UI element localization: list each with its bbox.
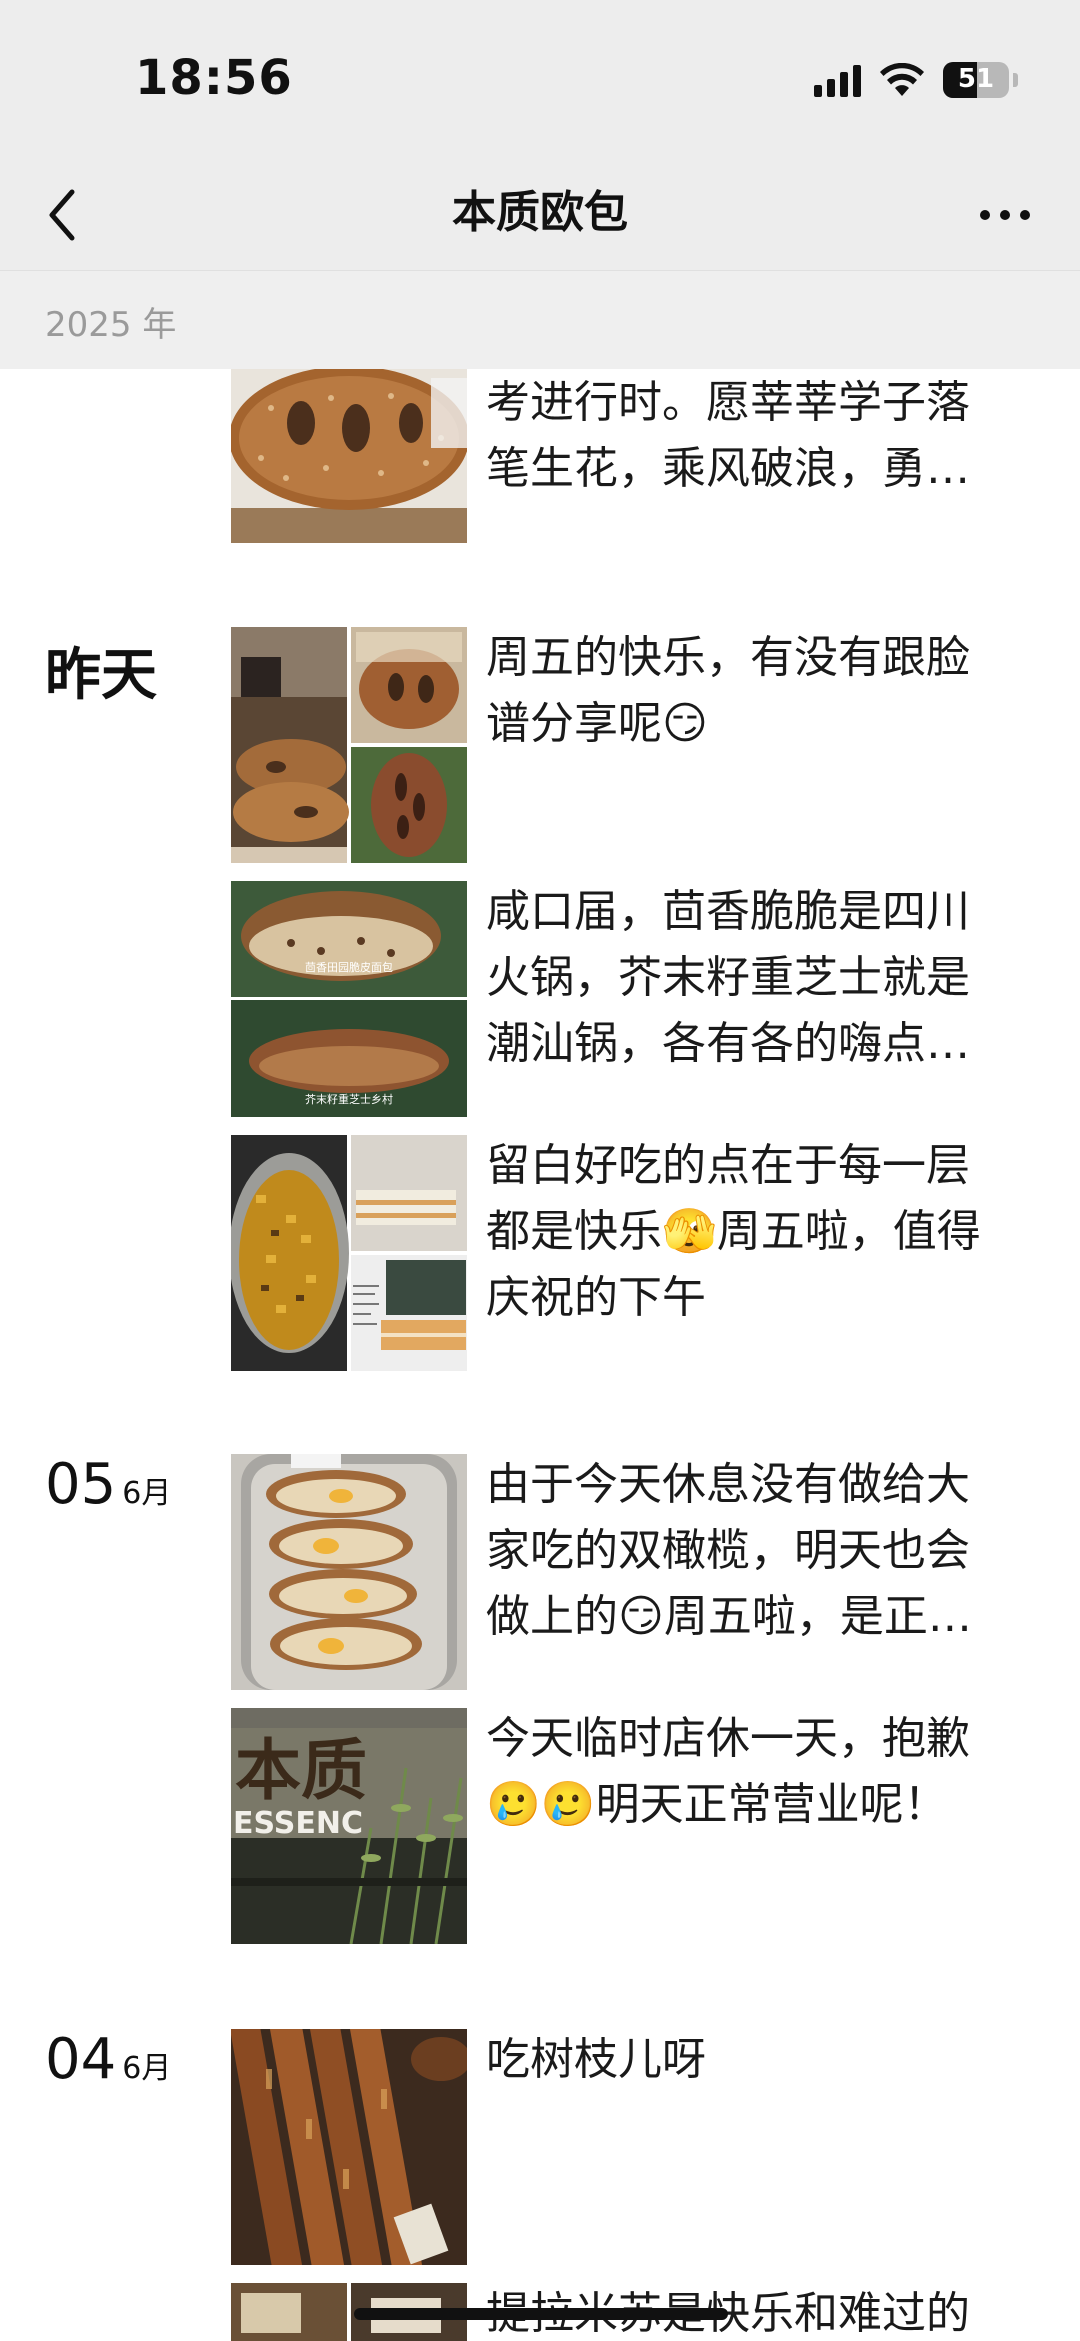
date-month: 6月	[122, 2051, 172, 2086]
baguette-sticks	[231, 2029, 467, 2265]
post-thumbnail[interactable]	[231, 627, 467, 863]
year-header: 2025 年	[0, 270, 1080, 369]
bread-ring-photo	[231, 368, 467, 543]
fougasse-collage	[231, 627, 467, 863]
post-thumbnail[interactable]: 本质 ESSENC	[231, 1708, 467, 1944]
post-text[interactable]: 吃树枝儿呀	[486, 2027, 1006, 2093]
date-month: 6月	[122, 1476, 172, 1511]
home-indicator[interactable]	[354, 2308, 728, 2320]
storefront-sign: 本质 ESSENC	[231, 1708, 467, 1944]
date-label: 05 6月	[45, 1452, 171, 1517]
post-thumbnail[interactable]: 茴香田园脆皮面包 芥末籽重芝士乡村	[231, 881, 467, 1117]
more-dots-icon[interactable]	[970, 188, 1040, 242]
post-text[interactable]: 由于今天休息没有做给大家吃的双橄榄，明天也会做上的😏周五啦，是正式的周末	[486, 1452, 1006, 1650]
sliced-bread-tray	[231, 1454, 467, 1690]
post-text[interactable]: 咸口届，茴香脆脆是四川火锅，芥末籽重芝士就是潮汕锅，各有各的嗨点，都很好吃	[486, 879, 1006, 1077]
date-day: 05	[45, 1452, 117, 1517]
post-text[interactable]: 考进行时。愿莘莘学子落笔生花，乘风破浪，勇往直前	[486, 370, 1006, 502]
date-label: 04 6月	[45, 2027, 171, 2092]
post-thumbnail[interactable]	[231, 1135, 467, 1371]
loaf-caption-2: 芥末籽重芝士乡村	[305, 1092, 393, 1106]
post-text[interactable]: 留白好吃的点在于每一层都是快乐🫣周五啦，值得庆祝的下午	[486, 1133, 1006, 1331]
post-thumbnail[interactable]	[231, 2029, 467, 2265]
signal-icon	[814, 63, 861, 97]
status-bar: 18:56 51	[0, 0, 1080, 160]
store-sign-text: 本质	[235, 1732, 367, 1809]
store-sign-english: ESSENC	[233, 1806, 363, 1841]
battery-level: 51	[957, 64, 995, 94]
post-text[interactable]: 今天临时店休一天，抱歉🥲🥲明天正常营业呢！	[486, 1706, 1006, 1838]
battery-tip	[1013, 73, 1018, 87]
moments-album-page: 考进行时。愿莘莘学子落笔生花，乘风破浪，勇往直前 昨天	[0, 0, 1080, 2341]
date-day: 04	[45, 2027, 117, 2092]
battery-icon: 51	[943, 62, 1009, 98]
year-label: 2025 年	[45, 305, 177, 345]
navigation-bar: 本质欧包	[0, 160, 1080, 270]
status-icons: 51	[814, 58, 1018, 102]
status-time: 18:56	[135, 50, 293, 106]
date-label: 昨天	[45, 643, 157, 708]
post-thumbnail[interactable]	[231, 1454, 467, 1690]
loaf-duo-photo: 茴香田园脆皮面包 芥末籽重芝士乡村	[231, 881, 467, 1117]
dessert-collage	[231, 1135, 467, 1371]
wifi-icon	[879, 63, 925, 97]
loaf-caption-1: 茴香田园脆皮面包	[305, 960, 393, 974]
page-title: 本质欧包	[452, 187, 628, 238]
post-thumbnail[interactable]	[231, 368, 467, 543]
post-text[interactable]: 周五的快乐，有没有跟脸谱分享呢😏	[486, 625, 1006, 757]
